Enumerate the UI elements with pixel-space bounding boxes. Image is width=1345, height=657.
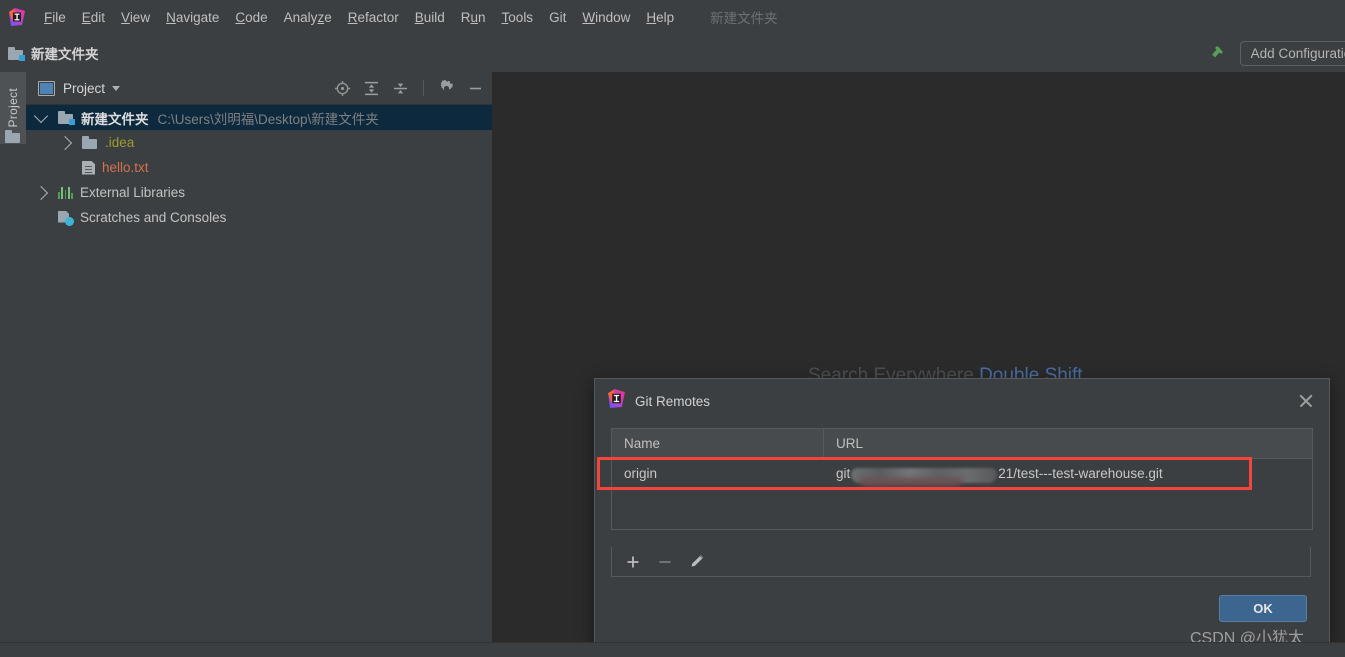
url-suffix: 21/test---test-warehouse.git [998, 459, 1162, 489]
tree-node-path: C:\Users\刘明福\Desktop\新建文件夹 [158, 108, 379, 128]
add-configuration-button[interactable]: Add Configuration... [1240, 41, 1345, 66]
add-remote-button[interactable] [620, 551, 646, 573]
tool-window-tab-project-label: Project [6, 88, 20, 127]
menu-bar: FFileile Edit View Navigate Code Analyze… [0, 0, 1345, 35]
menu-build[interactable]: Build [407, 7, 453, 28]
git-remotes-dialog: Git Remotes Name URL origin git 21/test-… [594, 378, 1330, 647]
library-icon [58, 186, 73, 199]
scratches-icon [58, 211, 73, 225]
menu-run[interactable]: Run [453, 7, 494, 28]
navigation-bar: 新建文件夹 Add Configuration... [0, 34, 1345, 73]
project-panel-title: Project [63, 81, 105, 96]
tree-node-scratches-and-consoles[interactable]: Scratches and Consoles [26, 205, 492, 230]
remove-remote-button[interactable] [652, 551, 678, 573]
tree-node-hello-txt[interactable]: hello.txt [26, 155, 492, 180]
menu-view[interactable]: View [113, 7, 158, 28]
collapse-all-icon[interactable] [392, 80, 409, 97]
remotes-table-toolbar [611, 547, 1311, 577]
intellij-idea-logo-icon [8, 8, 26, 26]
left-tool-strip: Project [0, 72, 27, 656]
close-icon[interactable] [1297, 392, 1315, 410]
tree-node-label: hello.txt [102, 160, 149, 175]
build-hammer-icon[interactable] [1208, 40, 1230, 67]
minimize-icon[interactable] [467, 80, 484, 97]
breadcrumb-label: 新建文件夹 [31, 43, 99, 63]
tree-node-external-libraries[interactable]: External Libraries [26, 180, 492, 205]
menu-file[interactable]: FFileile [36, 7, 74, 28]
module-folder-icon [58, 111, 74, 124]
project-tree: 新建文件夹 C:\Users\刘明福\Desktop\新建文件夹 .idea h… [26, 105, 492, 230]
project-tool-window: Project 新建文件夹 C:\Users\刘明福\Desktop\新建文件夹… [26, 72, 493, 656]
edit-remote-button[interactable] [684, 551, 710, 573]
chevron-expanded-icon[interactable] [34, 108, 48, 122]
chevron-collapsed-icon[interactable] [58, 135, 72, 149]
url-prefix: git [836, 459, 850, 489]
chevron-down-icon[interactable] [112, 86, 120, 91]
remotes-table-header: Name URL [612, 429, 1312, 459]
project-view-icon [38, 81, 55, 96]
folder-icon [5, 130, 21, 143]
chevron-collapsed-icon[interactable] [34, 185, 48, 199]
ok-button[interactable]: OK [1219, 595, 1307, 622]
menu-refactor[interactable]: Refactor [340, 7, 407, 28]
folder-icon [82, 136, 98, 149]
tree-node-project-root[interactable]: 新建文件夹 C:\Users\刘明福\Desktop\新建文件夹 [26, 105, 492, 130]
text-file-icon [82, 161, 95, 175]
project-panel-header: Project [26, 72, 492, 105]
menu-help[interactable]: Help [638, 7, 682, 28]
menu-git[interactable]: Git [541, 7, 574, 28]
url-redacted-region [851, 468, 997, 483]
menu-analyze[interactable]: Analyze [276, 7, 340, 28]
cell-remote-url: git 21/test---test-warehouse.git [824, 459, 1312, 489]
expand-all-icon[interactable] [363, 80, 380, 97]
menu-window[interactable]: Window [574, 7, 638, 28]
intellij-idea-logo-icon [607, 389, 626, 413]
status-bar [0, 642, 1345, 657]
breadcrumb[interactable]: 新建文件夹 [8, 43, 99, 63]
tree-node-idea[interactable]: .idea [26, 130, 492, 155]
dialog-title: Git Remotes [635, 394, 710, 409]
tree-node-label: External Libraries [80, 185, 185, 200]
table-row[interactable]: origin git 21/test---test-warehouse.git [612, 459, 1312, 489]
remotes-table: Name URL origin git 21/test---test-wareh… [611, 428, 1313, 530]
column-header-url[interactable]: URL [824, 429, 1312, 458]
tree-node-label: 新建文件夹 [81, 108, 149, 128]
menu-navigate[interactable]: Navigate [158, 7, 227, 28]
tree-node-label: Scratches and Consoles [80, 210, 226, 225]
dialog-title-bar: Git Remotes [595, 379, 1329, 423]
cell-remote-name: origin [612, 459, 824, 489]
menu-edit[interactable]: Edit [74, 7, 113, 28]
gear-icon[interactable] [438, 80, 455, 97]
menu-tools[interactable]: Tools [494, 7, 542, 28]
window-title: 新建文件夹 [710, 7, 778, 27]
toolbar-divider [423, 80, 424, 96]
menu-code[interactable]: Code [227, 7, 275, 28]
module-folder-icon [8, 47, 24, 60]
tree-node-label: .idea [105, 135, 134, 150]
locate-icon[interactable] [334, 80, 351, 97]
column-header-name[interactable]: Name [612, 429, 824, 458]
